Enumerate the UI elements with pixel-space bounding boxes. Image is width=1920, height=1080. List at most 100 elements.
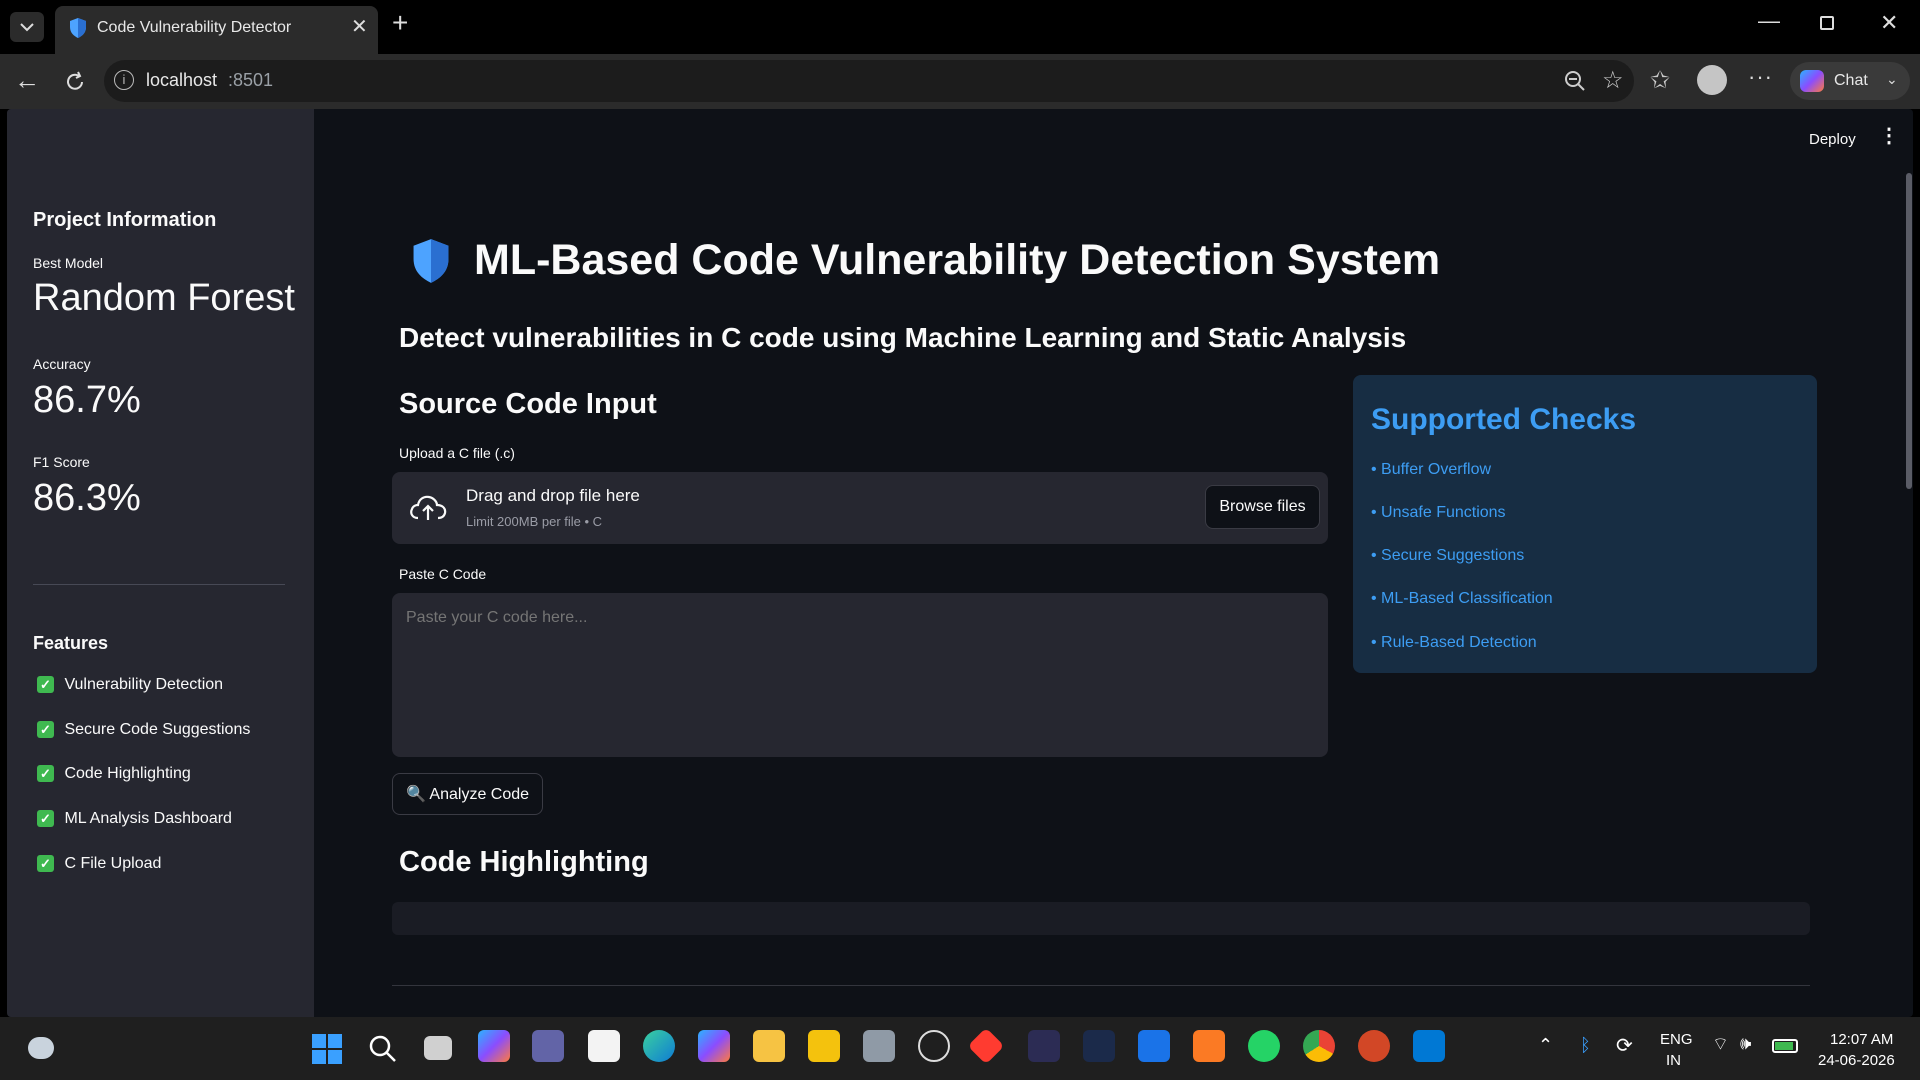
feature-item: ✓ ML Analysis Dashboard — [37, 810, 232, 828]
battery-icon[interactable] — [1772, 1039, 1798, 1053]
bluetooth-icon[interactable]: ᛒ — [1580, 1035, 1591, 1056]
accuracy-value: 86.7% — [33, 379, 141, 421]
feature-label: C File Upload — [64, 855, 162, 872]
reload-icon[interactable] — [64, 71, 86, 93]
start-icon[interactable] — [312, 1034, 342, 1064]
wifi-icon[interactable]: ⌔ — [1712, 1033, 1729, 1056]
dropzone-instructions: Drag and drop file here — [466, 486, 640, 505]
shield-icon — [413, 239, 449, 283]
tab-list-chevron-icon[interactable] — [10, 12, 44, 42]
sidebar-divider — [33, 584, 285, 585]
clock-date[interactable]: 24-06-2026 — [1818, 1052, 1895, 1069]
feature-item: ✓ Secure Code Suggestions — [37, 721, 250, 739]
favorites-icon[interactable]: ✩ — [1650, 66, 1670, 95]
file-uploader-dropzone[interactable]: Drag and drop file here Limit 200MB per … — [392, 472, 1328, 544]
profile-avatar[interactable] — [1697, 65, 1727, 95]
edge-icon[interactable] — [643, 1030, 675, 1062]
check-icon: ✓ — [37, 721, 54, 738]
paste-code-label: Paste C Code — [399, 566, 487, 582]
copilot-chat-button[interactable]: Chat ⌄ — [1790, 62, 1910, 100]
code-highlighting-heading: Code Highlighting — [399, 846, 649, 878]
url-host: localhost — [146, 70, 218, 90]
m365-icon[interactable] — [698, 1030, 730, 1062]
copilot-icon — [1800, 70, 1824, 92]
streamlit-app: Project Information Best Model Random Fo… — [7, 109, 1913, 1017]
powerpoint-icon[interactable] — [1358, 1030, 1390, 1062]
whatsapp-icon[interactable] — [1248, 1030, 1280, 1062]
accuracy-label: Accuracy — [33, 356, 91, 372]
upload-label: Upload a C file (.c) — [399, 445, 515, 461]
more-options-icon[interactable]: ··· — [1748, 64, 1773, 90]
check-item: • Rule-Based Detection — [1371, 634, 1537, 651]
xampp-icon[interactable] — [1193, 1030, 1225, 1062]
weather-icon[interactable] — [28, 1037, 54, 1059]
windows-taskbar: ⌃ ᛒ ⟳ ENG IN ⌔ 🕪 12:07 AM 24-06-2026 — [0, 1017, 1920, 1080]
shield-icon — [70, 18, 86, 38]
check-item: • ML-Based Classification — [1371, 590, 1553, 607]
check-item: • Secure Suggestions — [1371, 547, 1525, 564]
outlook-icon[interactable] — [1138, 1030, 1170, 1062]
check-icon: ✓ — [37, 810, 54, 827]
feature-label: Secure Code Suggestions — [64, 721, 251, 738]
tab-title: Code Vulnerability Detector — [97, 19, 292, 36]
check-icon: ✓ — [37, 765, 54, 782]
favorite-star-icon[interactable]: ☆ — [1602, 66, 1624, 95]
search-icon[interactable] — [368, 1034, 398, 1064]
source-input-heading: Source Code Input — [399, 388, 657, 420]
page-subtitle: Detect vulnerabilities in C code using M… — [399, 322, 1407, 353]
supported-checks-title: Supported Checks — [1371, 403, 1637, 436]
project-info-heading: Project Information — [33, 209, 217, 231]
chrome-icon[interactable] — [1303, 1030, 1335, 1062]
back-icon[interactable]: ← — [14, 65, 40, 96]
tray-chevron-icon[interactable]: ⌃ — [1538, 1035, 1553, 1056]
new-tab-icon[interactable]: + — [392, 8, 408, 38]
browse-files-button[interactable]: Browse files — [1205, 485, 1320, 529]
page-scrollbar[interactable] — [1906, 173, 1912, 489]
main-menu-icon[interactable]: ⋮ — [1879, 123, 1899, 148]
sync-icon[interactable]: ⟳ — [1616, 1033, 1633, 1058]
feature-label: Vulnerability Detection — [64, 676, 224, 693]
analyze-code-button[interactable]: 🔍 Analyze Code — [392, 773, 543, 815]
f1-score-label: F1 Score — [33, 454, 90, 470]
dh-app-icon[interactable] — [1083, 1030, 1115, 1062]
media-player-icon[interactable] — [918, 1030, 950, 1062]
url-field[interactable]: i localhost :8501 ☆ — [104, 60, 1634, 102]
code-input[interactable] — [392, 593, 1328, 757]
minimize-icon[interactable]: — — [1758, 8, 1780, 34]
vscode-icon[interactable] — [1413, 1030, 1445, 1062]
task-view-icon[interactable] — [424, 1036, 452, 1060]
git-icon[interactable] — [967, 1027, 1005, 1065]
notes-app-icon[interactable] — [808, 1030, 840, 1062]
clock-time[interactable]: 12:07 AM — [1830, 1031, 1893, 1048]
browser-tab-active[interactable]: Code Vulnerability Detector ✕ — [55, 6, 378, 54]
url-port: :8501 — [228, 70, 274, 90]
language-bottom[interactable]: IN — [1666, 1052, 1681, 1069]
restore-icon[interactable] — [1820, 16, 1834, 30]
magnifier-icon: 🔍 — [405, 786, 426, 803]
best-model-value: Random Forest — [33, 277, 295, 319]
check-item: • Unsafe Functions — [1371, 504, 1506, 521]
feature-label: ML Analysis Dashboard — [64, 810, 232, 827]
language-top[interactable]: ENG — [1660, 1031, 1693, 1048]
analyze-label: Analyze Code — [429, 786, 530, 803]
zoom-out-icon[interactable] — [1564, 70, 1586, 92]
deploy-button[interactable]: Deploy — [1809, 131, 1856, 148]
chevron-down-icon[interactable]: ⌄ — [1886, 71, 1898, 88]
infinity-app-icon[interactable] — [1028, 1030, 1060, 1062]
volume-icon[interactable]: 🕪 — [1740, 1033, 1751, 1054]
store-icon[interactable] — [588, 1030, 620, 1062]
file-explorer-icon[interactable] — [753, 1030, 785, 1062]
feature-item: ✓ Vulnerability Detection — [37, 676, 223, 694]
browser-tab-bar: Code Vulnerability Detector ✕ + — ✕ — [0, 0, 1920, 54]
teams-icon[interactable] — [532, 1030, 564, 1062]
copilot-icon[interactable] — [478, 1030, 510, 1062]
camera-icon[interactable] — [863, 1030, 895, 1062]
close-window-icon[interactable]: ✕ — [1880, 10, 1898, 36]
feature-label: Code Highlighting — [64, 765, 191, 782]
supported-checks-card: Supported Checks • Buffer Overflow • Uns… — [1353, 375, 1817, 673]
close-tab-icon[interactable]: ✕ — [351, 14, 368, 39]
sidebar: Project Information Best Model Random Fo… — [7, 109, 314, 1017]
cloud-upload-icon — [410, 495, 447, 520]
site-info-icon[interactable]: i — [114, 70, 134, 90]
check-item: • Buffer Overflow — [1371, 461, 1492, 478]
